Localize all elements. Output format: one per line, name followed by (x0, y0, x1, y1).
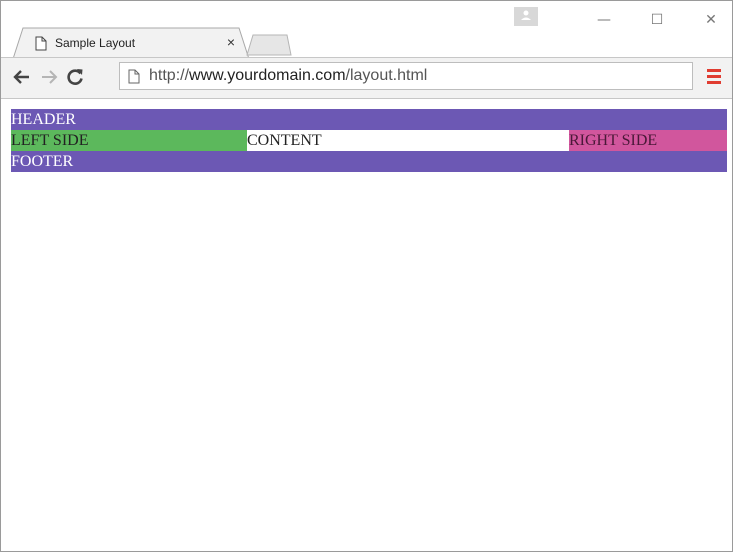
forward-arrow-icon[interactable] (39, 67, 59, 87)
page-icon (35, 36, 47, 51)
tab-title: Sample Layout (55, 36, 136, 50)
browser-window: Sample Layout × — ☐ ✕ http://www.yourdom… (0, 0, 733, 552)
layout-page: HEADER LEFT SIDE CONTENT RIGHT SIDE FOOT… (11, 109, 727, 172)
url-path: /layout.html (345, 67, 428, 84)
browser-toolbar: http://www.yourdomain.com/layout.html (1, 57, 732, 99)
middle-row: LEFT SIDE CONTENT RIGHT SIDE (11, 130, 727, 151)
address-bar[interactable]: http://www.yourdomain.com/layout.html (119, 62, 693, 90)
maximize-button[interactable]: ☐ (637, 9, 677, 31)
tab-close-icon[interactable]: × (223, 34, 239, 50)
url-scheme: http:// (149, 67, 190, 84)
profile-icon[interactable] (514, 7, 538, 26)
left-side-column: LEFT SIDE (11, 130, 247, 151)
back-arrow-icon[interactable] (12, 67, 32, 87)
page-viewport: HEADER LEFT SIDE CONTENT RIGHT SIDE FOOT… (1, 99, 732, 551)
url-host: www.yourdomain.com (189, 67, 346, 84)
page-header: HEADER (11, 109, 727, 130)
content-column: CONTENT (247, 130, 569, 151)
reload-icon[interactable] (65, 67, 85, 87)
close-window-button[interactable]: ✕ (691, 9, 731, 31)
menu-icon[interactable] (707, 69, 721, 85)
title-bar: Sample Layout × — ☐ ✕ (1, 1, 732, 59)
minimize-button[interactable]: — (584, 9, 624, 31)
tab-sample-layout[interactable]: Sample Layout × (13, 27, 251, 59)
right-side-column: RIGHT SIDE (569, 130, 727, 151)
page-icon (128, 69, 140, 84)
page-footer: FOOTER (11, 151, 727, 172)
url-text: http://www.yourdomain.com/layout.html (149, 67, 427, 85)
new-tab-button[interactable] (245, 34, 293, 56)
